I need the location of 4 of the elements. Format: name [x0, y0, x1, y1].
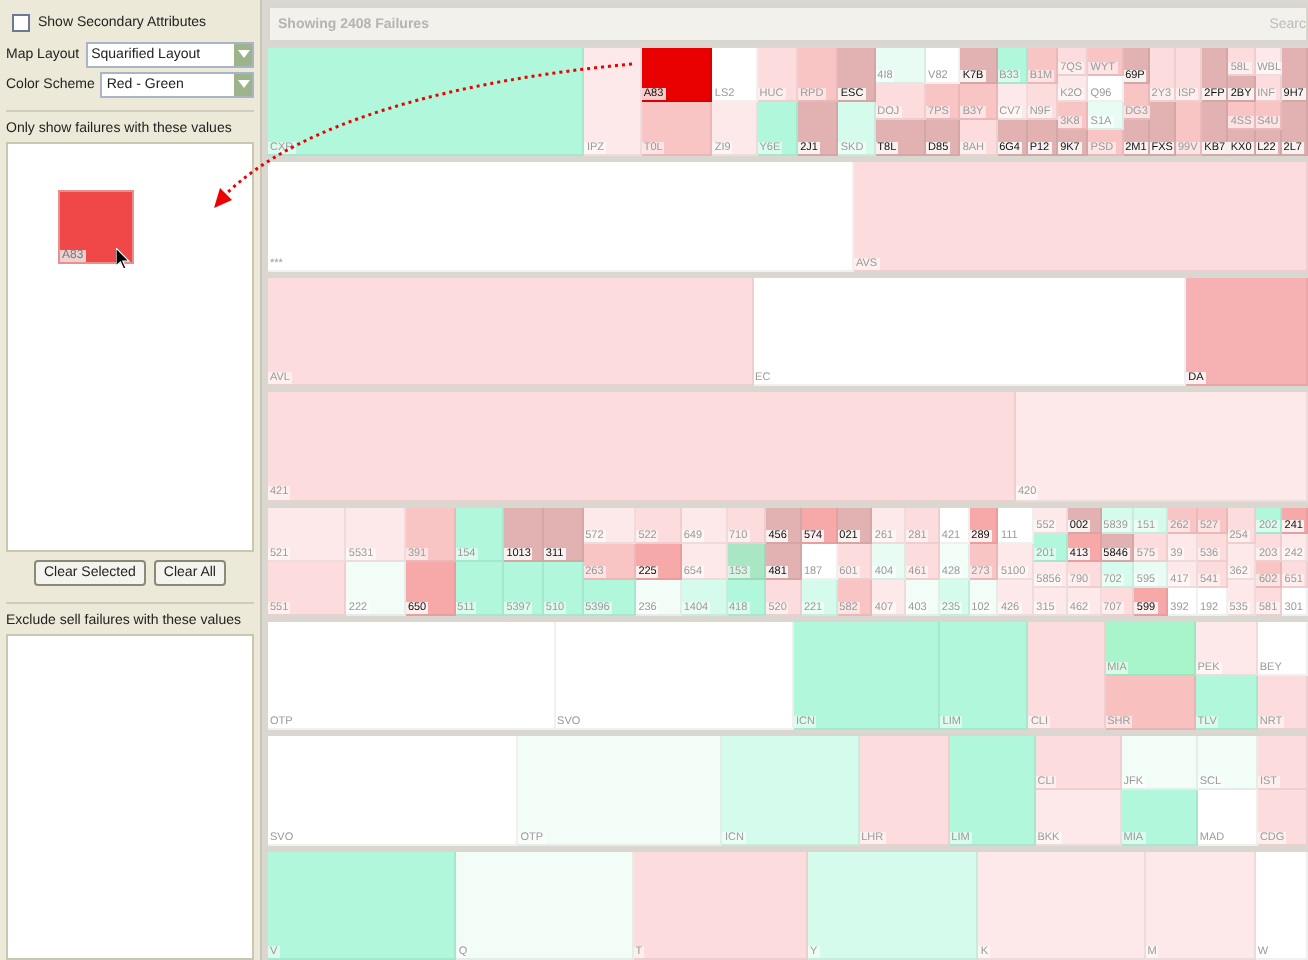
checkbox[interactable] — [12, 13, 30, 31]
caret-icon — [234, 43, 252, 65]
caret-icon — [234, 73, 252, 95]
cursor-icon — [116, 248, 132, 270]
